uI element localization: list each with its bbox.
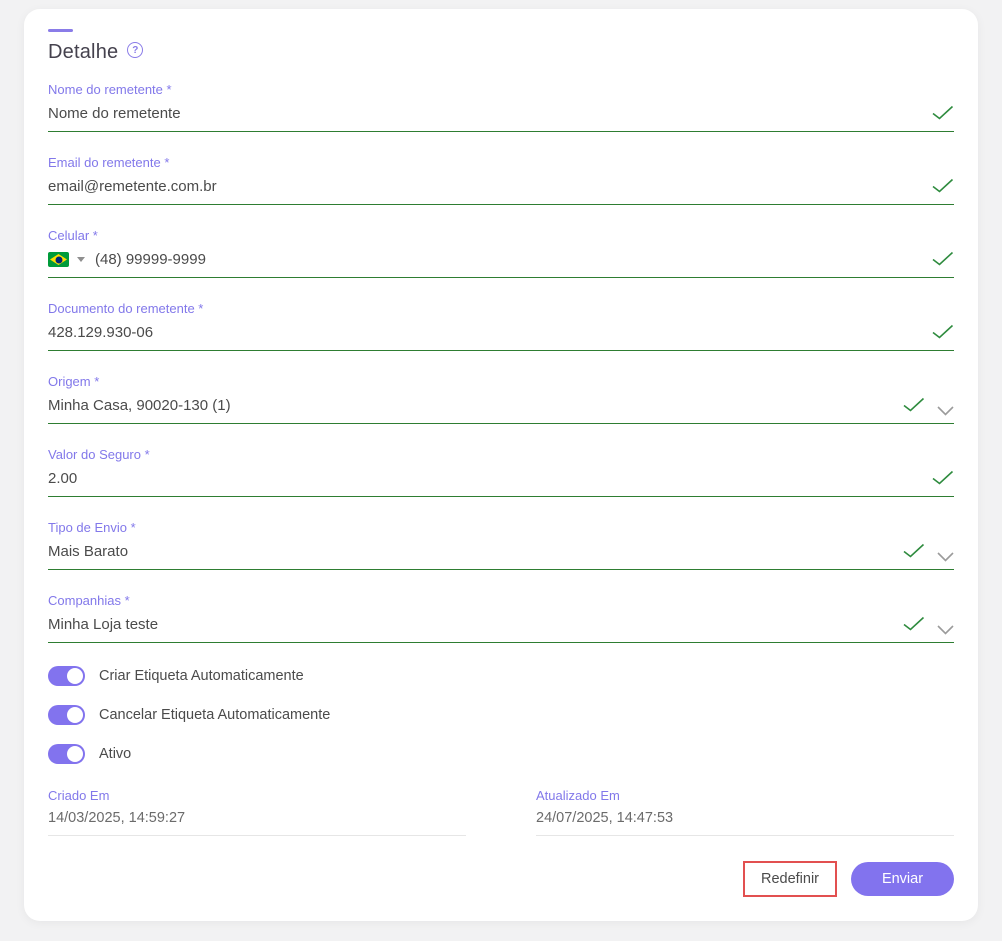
phone-field: Celular * <box>48 228 954 278</box>
updated-at-value: 24/07/2025, 14:47:53 <box>536 810 674 826</box>
valid-check-icon <box>903 397 925 417</box>
sender-name-label: Nome do remetente * <box>48 82 172 97</box>
create-label-automatically-toggle[interactable] <box>48 666 85 686</box>
toggles-section: Criar Etiqueta Automaticamente Cancelar … <box>48 666 954 764</box>
phone-label: Celular * <box>48 228 98 243</box>
help-icon[interactable]: ? <box>127 42 144 58</box>
companies-selected-value[interactable]: Minha Loja teste <box>48 615 954 634</box>
sender-document-label: Documento do remetente * <box>48 301 204 316</box>
sender-document-field: Documento do remetente * <box>48 301 954 351</box>
active-toggle-label: Ativo <box>99 746 132 762</box>
shipping-type-select-field[interactable]: Tipo de Envio * Mais Barato <box>48 520 954 570</box>
valid-check-icon <box>932 105 954 125</box>
chevron-down-icon[interactable] <box>937 549 954 567</box>
chevron-down-icon[interactable] <box>937 622 954 640</box>
cancel-label-automatically-label: Cancelar Etiqueta Automaticamente <box>99 707 331 723</box>
active-toggle-row: Ativo <box>48 744 954 764</box>
sender-email-field: Email do remetente * <box>48 155 954 205</box>
brazil-flag-icon[interactable] <box>48 252 69 267</box>
origin-select-field[interactable]: Origem * Minha Casa, 90020-130 (1) <box>48 374 954 424</box>
active-toggle[interactable] <box>48 744 85 764</box>
cancel-label-automatically-toggle[interactable] <box>48 705 85 725</box>
phone-input[interactable] <box>95 250 954 269</box>
create-label-automatically-label: Criar Etiqueta Automaticamente <box>99 668 304 684</box>
insurance-value-label: Valor do Seguro * <box>48 447 150 462</box>
actions-row: Redefinir Enviar <box>48 861 954 897</box>
reset-button[interactable]: Redefinir <box>747 865 833 893</box>
companies-label: Companhias * <box>48 593 130 608</box>
sender-email-label: Email do remetente * <box>48 155 170 170</box>
created-at-label: Criado Em <box>48 788 110 803</box>
accent-dash <box>48 29 73 32</box>
shipping-type-label: Tipo de Envio * <box>48 520 136 535</box>
valid-check-icon <box>903 616 925 636</box>
chevron-down-icon[interactable] <box>937 403 954 421</box>
valid-check-icon <box>932 178 954 198</box>
valid-check-icon <box>932 470 954 490</box>
origin-label: Origem * <box>48 374 100 389</box>
valid-check-icon <box>932 324 954 344</box>
insurance-value-field: Valor do Seguro * <box>48 447 954 497</box>
create-label-toggle-row: Criar Etiqueta Automaticamente <box>48 666 954 686</box>
updated-at-field: Atualizado Em 24/07/2025, 14:47:53 <box>536 788 954 836</box>
detail-card: Detalhe ? Nome do remetente * Email do r… <box>24 9 978 921</box>
submit-button[interactable]: Enviar <box>851 862 954 896</box>
valid-check-icon <box>932 251 954 271</box>
sender-document-input[interactable] <box>48 323 954 342</box>
sender-name-field: Nome do remetente * <box>48 82 954 132</box>
shipping-type-selected-value[interactable]: Mais Barato <box>48 542 954 561</box>
annotation-highlight-box: Redefinir <box>742 861 837 897</box>
origin-selected-value[interactable]: Minha Casa, 90020-130 (1) <box>48 396 954 415</box>
page-title: Detalhe <box>48 41 119 63</box>
timestamps-section: Criado Em 14/03/2025, 14:59:27 Atualizad… <box>48 788 954 836</box>
sender-email-input[interactable] <box>48 177 954 196</box>
created-at-field: Criado Em 14/03/2025, 14:59:27 <box>48 788 466 836</box>
companies-select-field[interactable]: Companhias * Minha Loja teste <box>48 593 954 643</box>
insurance-value-input[interactable] <box>48 469 954 488</box>
sender-name-input[interactable] <box>48 104 954 123</box>
updated-at-label: Atualizado Em <box>536 788 620 803</box>
cancel-label-toggle-row: Cancelar Etiqueta Automaticamente <box>48 705 954 725</box>
valid-check-icon <box>903 543 925 563</box>
created-at-value: 14/03/2025, 14:59:27 <box>48 810 186 826</box>
country-dropdown-caret-icon[interactable] <box>77 257 85 262</box>
title-row: Detalhe ? <box>48 41 954 64</box>
